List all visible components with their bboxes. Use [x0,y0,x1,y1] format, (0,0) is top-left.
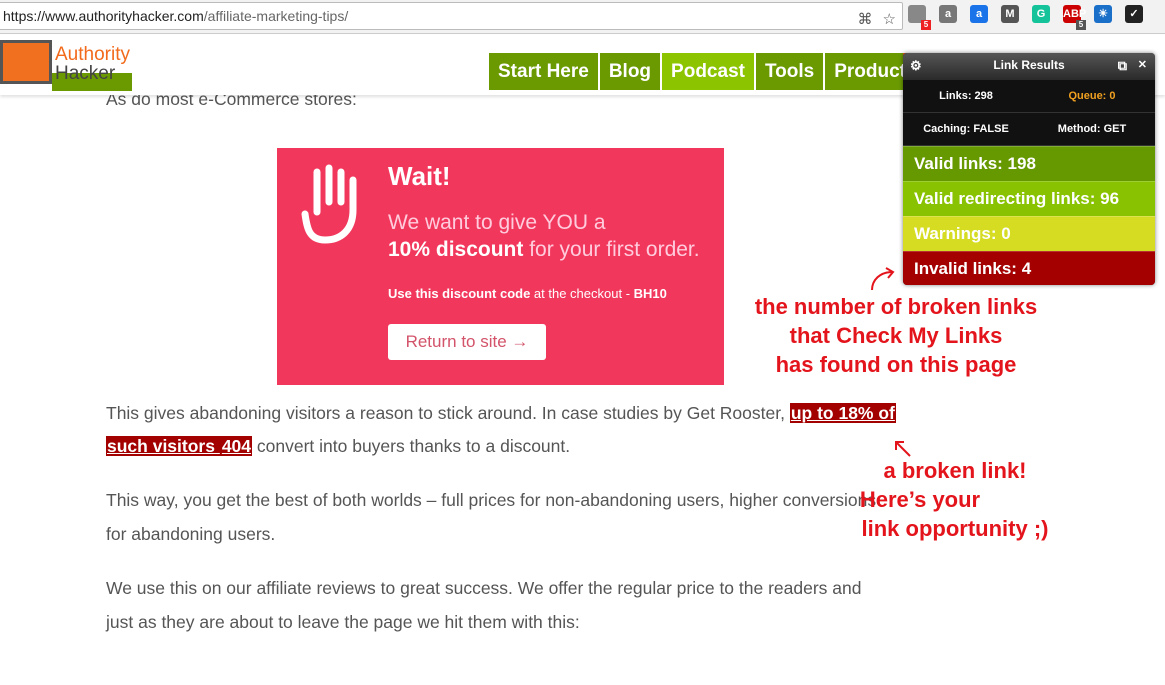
annotation-broken-link: a broken link! Here’s your link opportunit… [859,458,1049,541]
broken-link[interactable]: up to 18% of [789,403,896,423]
stat-row[interactable]: Valid redirecting links: 96 [903,181,1155,216]
nav-blog[interactable]: Blog [599,53,661,90]
weather-extension-icon[interactable]: ☀ [1094,5,1112,23]
paragraph: just as they are about to leave the page… [106,612,580,632]
grammarly-extension-icon[interactable]: G [1032,5,1050,23]
link-results-panel: ⚙ Link Results ⧉ ✕ Links: 298 Queue: 0 Cachi… [903,53,1155,285]
stat-row[interactable]: Valid links: 198 [903,146,1155,181]
nav-tools[interactable]: Tools [755,53,824,90]
popout-icon[interactable]: ⧉ [1118,53,1127,78]
translate-icon[interactable]: ⌘ [858,7,873,33]
puzzle-extension-icon[interactable]: 5 [908,5,931,30]
status-badge-404: 404 [220,436,253,456]
discount-popup-image: Wait! We want to give YOU a 10% discount… [277,148,724,385]
nav-podcast[interactable]: Podcast [662,53,754,90]
stat-row[interactable]: Invalid links: 4 [903,251,1155,285]
paragraph: This way, you get the best of both world… [106,490,877,510]
extensions: 5 a a M G ABP 5 ☀ ✓ [908,5,1143,30]
m-extension-icon[interactable]: M [1001,5,1019,23]
browser-toolbar: https://www.authorityhacker.com/affiliat… [0,0,1165,34]
close-icon[interactable]: ✕ [1138,53,1147,78]
return-to-site-button: Return to site → [388,324,546,360]
arrow-icon [871,267,895,291]
badge: 5 [1076,20,1086,30]
main-nav: Start Here Blog Podcast Tools Products [489,53,926,90]
paragraph: We use this on our affiliate reviews to … [106,578,862,598]
check-extension-icon[interactable]: ✓ [1125,5,1143,23]
nav-start-here[interactable]: Start Here [489,53,598,90]
adblock-extension-icon[interactable]: ABP 5 [1063,5,1086,30]
badge: 5 [921,20,931,30]
paragraph: This gives abandoning visitors a reason … [106,403,896,423]
gear-icon[interactable]: ⚙ [910,53,922,78]
hand-icon [301,164,357,244]
bag-extension-icon[interactable]: a [939,5,957,23]
paragraph: for abandoning users. [106,524,276,544]
stat-row[interactable]: Warnings: 0 [903,216,1155,251]
a-circle-extension-icon[interactable]: a [970,5,988,23]
annotation-broken-count: the number of broken links that Check My … [754,294,1038,377]
broken-link[interactable]: such visitors [106,436,221,456]
star-icon[interactable]: ☆ [883,7,896,33]
address-bar[interactable]: https://www.authorityhacker.com/affiliat… [0,2,903,30]
logo[interactable]: Authority Hacker [0,40,132,92]
paragraph: such visitors 404 convert into buyers th… [106,436,571,456]
